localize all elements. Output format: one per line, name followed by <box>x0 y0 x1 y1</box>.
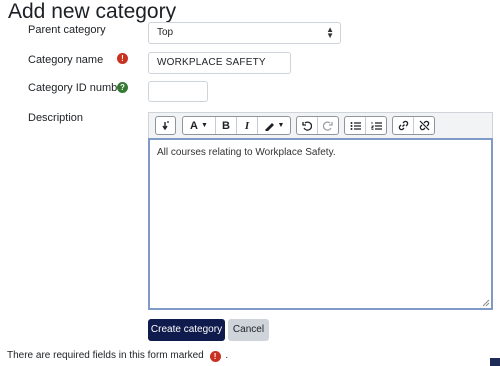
italic-icon: I <box>244 119 250 132</box>
numbered-list-icon <box>370 121 382 130</box>
resize-handle-icon[interactable] <box>482 299 490 307</box>
category-id-input[interactable] <box>148 81 208 102</box>
redo-icon <box>323 120 333 131</box>
italic-button[interactable]: I <box>236 117 257 134</box>
exclamation-icon: ! <box>117 53 128 64</box>
required-fields-note: There are required fields in this form m… <box>7 350 228 362</box>
bullet-list-button[interactable] <box>345 117 365 134</box>
select-arrows-icon: ▲ ▼ <box>326 25 334 40</box>
bullet-list-icon <box>350 121 361 130</box>
dropdown-caret-icon: ▼ <box>201 122 208 129</box>
highlight-button[interactable]: ▼ <box>257 117 290 134</box>
cancel-button[interactable]: Cancel <box>228 319 269 341</box>
category-id-label: Category ID number <box>28 82 128 94</box>
page-corner-block <box>490 358 500 366</box>
question-icon[interactable]: ? <box>117 82 128 93</box>
description-text: All courses relating to Workplace Safety… <box>157 147 336 158</box>
toolbar-group-links <box>392 116 435 135</box>
collapse-toolbar-icon <box>161 120 169 130</box>
category-name-label: Category name <box>28 54 104 66</box>
unlink-button[interactable] <box>413 117 434 134</box>
dropdown-caret-icon: ▼ <box>277 122 285 129</box>
page-title: Add new category <box>8 0 177 23</box>
link-button[interactable] <box>393 117 413 134</box>
create-category-button[interactable]: Create category <box>148 319 225 341</box>
toolbar-group-format: A ▼ B I ▼ <box>182 116 291 135</box>
editor-toolbar: A ▼ B I ▼ <box>148 112 493 138</box>
required-note-end: . <box>225 350 229 361</box>
bold-icon: B <box>222 119 230 132</box>
exclamation-icon: ! <box>209 351 221 362</box>
parent-category-label: Parent category <box>28 24 106 36</box>
unlink-icon <box>419 120 430 131</box>
redo-button[interactable] <box>317 117 338 134</box>
parent-category-value: Top <box>157 27 174 38</box>
bold-button[interactable]: B <box>215 117 236 134</box>
font-color-icon: A <box>190 119 198 132</box>
toolbar-group-collapse <box>155 116 176 135</box>
undo-icon <box>302 120 313 131</box>
numbered-list-button[interactable] <box>365 117 386 134</box>
description-editor[interactable]: All courses relating to Workplace Safety… <box>148 138 493 310</box>
collapse-toolbar-button[interactable] <box>156 117 175 134</box>
highlight-icon <box>264 122 274 131</box>
undo-button[interactable] <box>297 117 317 134</box>
toolbar-group-lists <box>344 116 387 135</box>
link-icon <box>398 120 408 131</box>
toolbar-group-history <box>296 116 339 135</box>
description-label: Description <box>28 112 84 124</box>
parent-category-select[interactable]: Top ▲ ▼ <box>148 22 341 44</box>
category-name-input[interactable]: WORKPLACE SAFETY <box>148 52 291 74</box>
required-note-text: There are required fields in this form m… <box>7 350 204 361</box>
font-color-button[interactable]: A ▼ <box>183 117 215 134</box>
